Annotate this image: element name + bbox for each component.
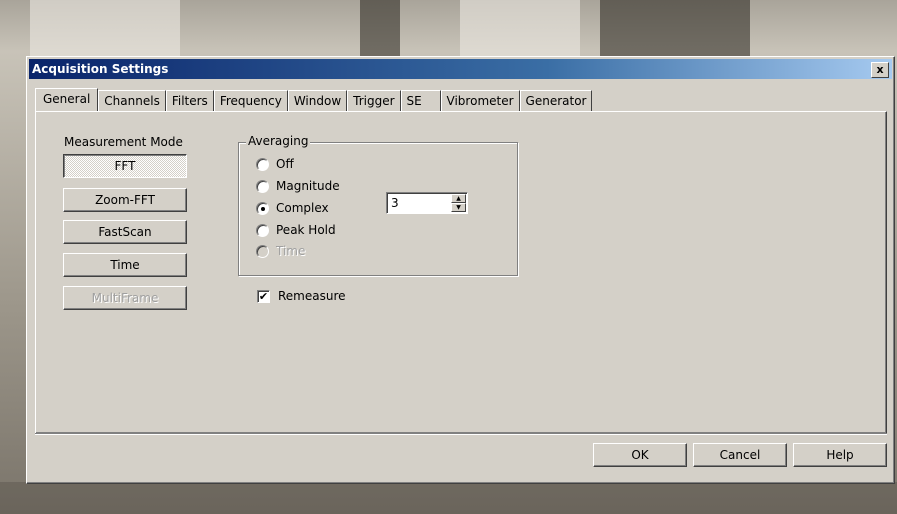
window-title: Acquisition Settings bbox=[32, 62, 169, 76]
zoom-fft-mode-button[interactable]: Zoom-FFT bbox=[63, 188, 187, 212]
averaging-peak-hold-option[interactable]: Peak Hold bbox=[256, 222, 336, 238]
time-mode-button[interactable]: Time bbox=[63, 253, 187, 277]
tab-window[interactable]: Window bbox=[287, 90, 348, 111]
tab-strip: General Channels Filters Frequency Windo… bbox=[35, 88, 593, 111]
averaging-complex-option[interactable]: Complex bbox=[256, 200, 329, 216]
remeasure-checkbox[interactable]: ✔ bbox=[257, 289, 270, 303]
averaging-count-input[interactable] bbox=[391, 195, 441, 210]
tab-vibrometer[interactable]: Vibrometer bbox=[440, 90, 520, 111]
radio-complex[interactable] bbox=[256, 201, 269, 215]
close-icon: x bbox=[876, 63, 884, 76]
averaging-time-option: Time bbox=[256, 243, 305, 259]
tab-frequency[interactable]: Frequency bbox=[213, 90, 288, 111]
arrow-up-icon: ▲ bbox=[456, 195, 461, 202]
remeasure-option[interactable]: ✔ Remeasure bbox=[257, 289, 346, 303]
footer-divider bbox=[35, 433, 887, 435]
averaging-title: Averaging bbox=[246, 134, 311, 148]
tab-filters[interactable]: Filters bbox=[165, 90, 214, 111]
radio-off[interactable] bbox=[256, 157, 269, 171]
title-bar: Acquisition Settings x bbox=[29, 59, 892, 79]
radio-magnitude-label: Magnitude bbox=[276, 179, 340, 193]
arrow-down-icon: ▼ bbox=[456, 204, 461, 211]
radio-off-label: Off bbox=[276, 157, 294, 171]
tab-generator[interactable]: Generator bbox=[519, 90, 593, 111]
remeasure-label: Remeasure bbox=[278, 289, 346, 303]
spin-up-button[interactable]: ▲ bbox=[451, 194, 466, 203]
spinner-buttons: ▲ ▼ bbox=[451, 194, 466, 212]
averaging-magnitude-option[interactable]: Magnitude bbox=[256, 178, 340, 194]
tab-channels[interactable]: Channels bbox=[98, 90, 166, 111]
help-button[interactable]: Help bbox=[793, 443, 887, 467]
close-button[interactable]: x bbox=[871, 62, 889, 78]
radio-complex-label: Complex bbox=[276, 201, 329, 215]
radio-peak-hold[interactable] bbox=[256, 223, 269, 237]
acquisition-settings-dialog: Acquisition Settings x General Channels … bbox=[26, 56, 895, 484]
cancel-button[interactable]: Cancel bbox=[693, 443, 787, 467]
fastscan-mode-button[interactable]: FastScan bbox=[63, 220, 187, 244]
radio-magnitude[interactable] bbox=[256, 179, 269, 193]
ok-button[interactable]: OK bbox=[593, 443, 687, 467]
measurement-mode-label: Measurement Mode bbox=[64, 135, 183, 149]
averaging-off-option[interactable]: Off bbox=[256, 156, 294, 172]
fft-mode-button[interactable]: FFT bbox=[63, 154, 187, 178]
tab-general[interactable]: General bbox=[35, 88, 99, 111]
radio-time bbox=[256, 244, 269, 258]
spin-down-button[interactable]: ▼ bbox=[451, 203, 466, 212]
tab-se[interactable]: SE bbox=[400, 90, 441, 111]
radio-peak-hold-label: Peak Hold bbox=[276, 223, 336, 237]
multiframe-mode-button[interactable]: MultiFrame bbox=[63, 286, 187, 310]
radio-time-label: Time bbox=[276, 244, 306, 258]
tab-trigger[interactable]: Trigger bbox=[347, 90, 401, 111]
averaging-count-spinner[interactable]: ▲ ▼ bbox=[386, 192, 468, 214]
